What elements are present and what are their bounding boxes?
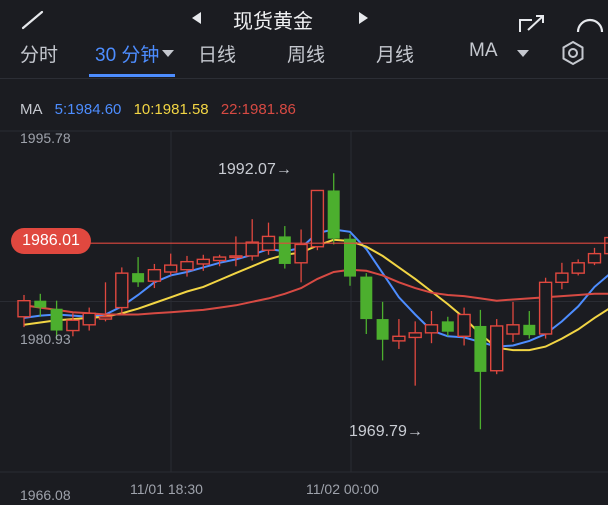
- candle-body: [424, 324, 439, 334]
- candle-body: [490, 325, 504, 372]
- x-tick-label: 11/01 18:30: [130, 481, 203, 497]
- candle-body: [82, 312, 96, 326]
- candle-body: [34, 300, 47, 308]
- candle-body: [66, 319, 80, 332]
- candle-body: [587, 252, 602, 264]
- candle-body: [115, 272, 129, 309]
- candle-body: [376, 319, 389, 340]
- candle-body: [538, 281, 553, 335]
- candle-body: [278, 236, 291, 264]
- candle-body: [327, 190, 340, 239]
- candle-body: [245, 241, 259, 257]
- current-price-badge: 1986.01: [11, 228, 91, 254]
- candle-body: [310, 189, 325, 248]
- y-axis-min: 1966.08: [20, 487, 71, 503]
- high-annotation: 1992.07→: [218, 161, 292, 178]
- candle-body: [360, 276, 373, 320]
- kline-chart[interactable]: [0, 0, 608, 505]
- ma-line-22: [23, 268, 608, 316]
- candle-body: [571, 262, 585, 274]
- candle-body: [147, 268, 162, 282]
- y-axis-max: 1995.78: [20, 130, 71, 146]
- chart-grid: [0, 130, 608, 473]
- low-annotation: 1969.79→: [349, 423, 423, 440]
- candle-body: [229, 255, 243, 259]
- candle-body: [344, 238, 356, 277]
- candle-body: [294, 243, 308, 264]
- ma-lines: [23, 228, 608, 352]
- candle-body: [441, 321, 454, 332]
- candle-body: [17, 299, 31, 318]
- candle-body: [163, 264, 178, 273]
- x-tick-label: 11/02 00:00: [306, 481, 379, 497]
- candle-body: [474, 325, 487, 372]
- candle-body: [132, 273, 145, 283]
- candle-body: [50, 308, 63, 331]
- candle-body: [196, 258, 211, 265]
- candle-body: [555, 272, 569, 284]
- candle-body: [212, 256, 227, 262]
- candle-body: [506, 324, 520, 335]
- ma-line-10: [23, 238, 608, 352]
- candle-body: [98, 316, 113, 320]
- candle-body: [523, 324, 536, 336]
- candle-body: [392, 335, 406, 342]
- candle-body: [408, 332, 422, 339]
- y-axis-mid: 1980.93: [20, 331, 71, 347]
- candle-body: [180, 260, 194, 271]
- candle-body: [457, 313, 471, 337]
